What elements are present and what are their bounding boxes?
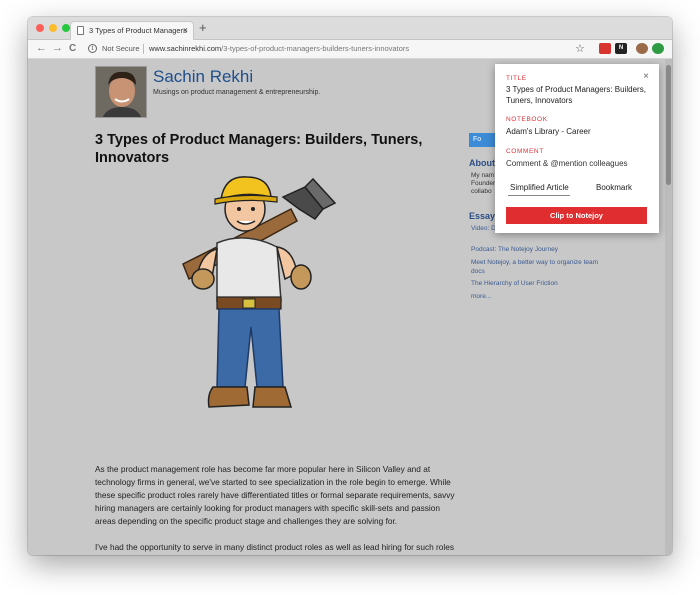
scrollbar-thumb[interactable] <box>666 65 671 185</box>
comment-label: COMMENT <box>506 148 544 155</box>
title-label: TITLE <box>506 75 527 82</box>
zoom-window-button[interactable] <box>62 24 70 32</box>
about-line-3: collabo <box>471 188 492 195</box>
notebook-select[interactable]: Adam's Library - Career <box>506 126 652 137</box>
notejoy-extension-icon[interactable]: N <box>615 43 627 54</box>
extension-icon-green[interactable] <box>652 43 664 54</box>
bookmark-star-icon[interactable]: ☆ <box>575 42 585 55</box>
notejoy-clipper-popup: × TITLE 3 Types of Product Managers: Bui… <box>495 64 659 233</box>
article-paragraph-2: I've had the opportunity to serve in man… <box>95 542 454 552</box>
security-label[interactable]: Not Secure <box>102 44 140 53</box>
tab-active[interactable]: 3 Types of Product Managers × <box>70 21 194 40</box>
window-controls <box>36 24 70 32</box>
notebook-label: NOTEBOOK <box>506 116 548 123</box>
document-icon <box>77 26 84 35</box>
simplified-article-option[interactable]: Simplified Article <box>510 183 569 192</box>
forward-button[interactable]: → <box>52 42 63 54</box>
page-scrollbar[interactable] <box>665 59 672 555</box>
info-icon[interactable]: i <box>88 44 97 53</box>
reload-button[interactable]: C <box>69 43 76 54</box>
bookmark-option[interactable]: Bookmark <box>596 183 632 192</box>
address-bar[interactable]: www.sachinrekhi.com/3-types-of-product-m… <box>149 44 409 53</box>
tab-title: 3 Types of Product Managers <box>89 26 187 35</box>
address-separator <box>143 44 144 54</box>
url-domain: www.sachinrekhi.com <box>149 44 222 53</box>
back-button[interactable]: ← <box>36 42 47 54</box>
article-paragraph-1: As the product management role has becom… <box>95 464 455 526</box>
essay-link-more[interactable]: more... <box>471 293 601 302</box>
blog-title[interactable]: Sachin Rekhi <box>153 67 253 87</box>
comment-input[interactable]: Comment & @mention colleagues <box>506 158 652 169</box>
selected-option-underline <box>508 195 570 196</box>
browser-window: 3 Types of Product Managers × + ← → C i … <box>28 17 672 555</box>
url-path: /3-types-of-product-managers-builders-tu… <box>221 44 410 53</box>
minimize-window-button[interactable] <box>49 24 57 32</box>
about-line-2: Founder <box>471 180 496 187</box>
profile-avatar-icon[interactable] <box>636 43 648 54</box>
address-toolbar: ← → C i Not Secure www.sachinrekhi.com/3… <box>28 40 672 59</box>
essay-link-4[interactable]: The Hierarchy of User Friction <box>471 280 601 289</box>
close-window-button[interactable] <box>36 24 44 32</box>
builder-illustration <box>182 176 337 408</box>
essay-link-2[interactable]: Podcast: The Notejoy Journey <box>471 246 601 255</box>
close-icon[interactable]: × <box>643 71 649 82</box>
blog-tagline: Musings on product management & entrepre… <box>153 89 321 96</box>
about-heading: About <box>469 158 495 168</box>
clip-to-notejoy-button[interactable]: Clip to Notejoy <box>506 207 647 224</box>
author-photo <box>96 67 146 117</box>
author-avatar <box>95 66 147 118</box>
new-tab-button[interactable]: + <box>199 20 207 35</box>
article-title: 3 Types of Product Managers: Builders, T… <box>95 132 423 166</box>
tab-close-icon[interactable]: × <box>183 25 188 35</box>
tab-bar: 3 Types of Product Managers × + <box>28 17 672 40</box>
title-field[interactable]: 3 Types of Product Managers: Builders, T… <box>506 84 652 106</box>
about-line-1: My nam <box>471 172 495 179</box>
extension-icon-red[interactable] <box>599 43 611 54</box>
essay-link-3[interactable]: Meet Notejoy, a better way to organize t… <box>471 259 601 276</box>
